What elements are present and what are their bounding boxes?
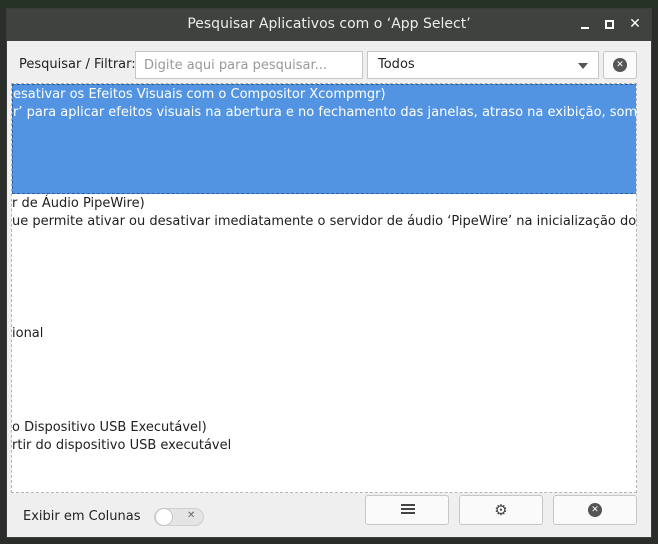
close-icon[interactable]: ✕ — [625, 14, 645, 34]
toggle-knob — [155, 508, 173, 526]
gear-icon: ⚙ — [494, 501, 508, 519]
search-label: Pesquisar / Filtrar: — [19, 57, 136, 72]
category-filter-dropdown[interactable]: Todos — [367, 51, 599, 79]
item-title: o Dispositivo USB Executável) — [12, 420, 207, 435]
circle-x-icon: ✕ — [588, 503, 602, 517]
app-list[interactable]: esativar os Efeitos Visuais com o Compos… — [11, 83, 637, 493]
item-title: esativar os Efeitos Visuais com o Compos… — [13, 87, 386, 102]
columns-toggle[interactable]: ✕ — [154, 508, 204, 526]
chevron-down-icon — [578, 63, 588, 69]
toggle-off-icon: ✕ — [187, 510, 196, 521]
list-lines-icon — [401, 504, 415, 516]
item-description: ue permite ativar ou desativar imediatam… — [12, 214, 637, 229]
search-bar: Pesquisar / Filtrar: Todos ✕ — [7, 49, 651, 81]
item-title: r de Áudio PipeWire) — [12, 196, 145, 211]
circle-x-icon: ✕ — [613, 58, 627, 72]
item-title: ional — [12, 326, 44, 341]
app-window: Pesquisar Aplicativos com o ‘App Select’… — [6, 8, 652, 538]
filter-selected-value: Todos — [378, 57, 415, 72]
desktop-background — [0, 0, 658, 8]
maximize-icon[interactable] — [599, 14, 619, 34]
window-title: Pesquisar Aplicativos com o ‘App Select’ — [187, 16, 471, 32]
minimize-icon[interactable] — [575, 14, 595, 34]
columns-label: Exibir em Colunas — [23, 509, 141, 524]
clear-search-button[interactable]: ✕ — [603, 51, 637, 79]
list-item[interactable]: esativar os Efeitos Visuais com o Compos… — [12, 84, 637, 194]
bottom-bar: Exibir em Colunas ✕ ⚙ ✕ — [7, 493, 651, 537]
item-description: r’ para aplicar efeitos visuais na abert… — [13, 105, 637, 120]
list-view-button[interactable] — [365, 495, 449, 525]
search-input[interactable] — [135, 51, 363, 79]
settings-button[interactable]: ⚙ — [459, 495, 543, 525]
item-description: rtir do dispositivo USB executável — [12, 438, 232, 453]
close-button[interactable]: ✕ — [553, 495, 637, 525]
title-bar[interactable]: Pesquisar Aplicativos com o ‘App Select’… — [7, 9, 651, 41]
